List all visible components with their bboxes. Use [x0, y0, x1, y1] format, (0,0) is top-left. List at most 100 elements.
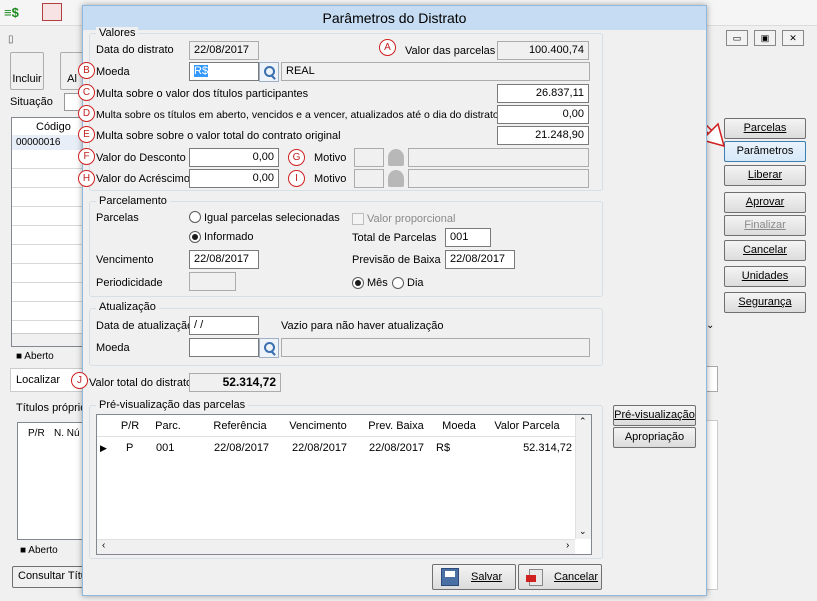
finalizar-button[interactable]: Finalizar	[724, 215, 806, 236]
preview-group-label: Pré-visualização das parcelas	[96, 399, 249, 411]
previsualizacao-button[interactable]: Pré-visualização	[613, 405, 696, 426]
cancel-icon	[526, 569, 543, 586]
cell-pr: P	[126, 442, 134, 454]
dia-label: Dia	[407, 277, 424, 289]
preview-row[interactable]: P 001 22/08/2017 22/08/2017 22/08/2017 R…	[108, 439, 575, 457]
row-indicator-icon: ▶	[100, 443, 107, 453]
moeda-code-field[interactable]: R$	[189, 62, 259, 81]
chevron-down-icon[interactable]: ⌄	[706, 320, 714, 331]
valor-total-field[interactable]: 52.314,72	[189, 373, 281, 392]
atualizacao-moeda-field[interactable]	[189, 338, 259, 357]
previsao-baixa-label: Previsão de Baixa	[352, 254, 441, 266]
liberar-button[interactable]: Liberar	[724, 165, 806, 186]
radio-dia[interactable]	[392, 277, 404, 289]
grid-hscroll[interactable]	[12, 333, 82, 346]
col-moeda: Moeda	[442, 420, 476, 432]
marker-b: B	[78, 62, 95, 79]
codigo-header: Código	[36, 121, 71, 133]
moeda-label: Moeda	[96, 66, 130, 78]
consultar-titulos-button[interactable]: Consultar Títul	[12, 566, 89, 588]
atualizacao-moeda-desc[interactable]	[281, 338, 590, 357]
atualizacao-hint: Vazio para não haver atualização	[281, 320, 444, 332]
motivo-acrescimo-desc[interactable]	[408, 169, 589, 188]
data-atualizacao-label: Data de atualização	[96, 320, 194, 332]
situacao-label: Situação	[10, 96, 53, 108]
multa-contrato-field[interactable]: 21.248,90	[497, 126, 589, 145]
motivo-desconto-code[interactable]	[354, 148, 384, 167]
cancelar-label: Cancelar	[554, 571, 599, 583]
data-distrato-field[interactable]: 22/08/2017	[189, 41, 259, 60]
mes-label: Mês	[367, 277, 388, 289]
vencimento-field[interactable]: 22/08/2017	[189, 250, 259, 269]
seguranca-button[interactable]: Segurança	[724, 292, 806, 313]
salvar-label: Salvar	[471, 571, 503, 583]
moeda-desc-field[interactable]: REAL	[281, 62, 590, 81]
igual-parcelas-label: Igual parcelas selecionadas	[204, 212, 340, 224]
salvar-button[interactable]: Salvar	[432, 564, 516, 590]
periodicidade-field[interactable]	[189, 272, 236, 291]
col-vencimento: Vencimento	[289, 420, 347, 432]
right-input-stub	[706, 366, 718, 392]
moeda-search-icon[interactable]	[259, 62, 279, 82]
motivo-desconto-desc[interactable]	[408, 148, 589, 167]
parametros-button[interactable]: Parâmetros	[724, 141, 806, 162]
informado-label: Informado	[204, 231, 254, 243]
col-referencia: Referência	[213, 420, 267, 432]
window-controls: ▭ ▣ ✕	[720, 30, 814, 48]
marker-e: E	[78, 126, 95, 143]
radio-informado[interactable]	[189, 231, 201, 243]
marker-f: F	[78, 148, 95, 165]
marker-c: C	[78, 84, 95, 101]
pin-icon: ▯	[8, 34, 14, 45]
minimize-button[interactable]: ▭	[726, 30, 748, 46]
valor-parcelas-field[interactable]: 100.400,74	[497, 41, 589, 60]
aprovar-button[interactable]: Aprovar	[724, 192, 806, 213]
scroll-up-icon[interactable]: ⌃	[579, 416, 587, 427]
cell-valor-parcela: 52.314,72	[523, 442, 572, 454]
scroll-right-icon[interactable]: ›	[566, 540, 569, 551]
radio-igual-parcelas[interactable]	[189, 211, 201, 223]
motivo-acrescimo-code[interactable]	[354, 169, 384, 188]
cancelar-side-button[interactable]: Cancelar	[724, 240, 806, 261]
close-button[interactable]: ✕	[782, 30, 804, 46]
scroll-left-icon[interactable]: ‹	[102, 540, 105, 551]
apropriacao-button[interactable]: Apropriação	[613, 427, 696, 448]
marker-i: I	[288, 170, 305, 187]
cancelar-button[interactable]: Cancelar	[518, 564, 602, 590]
motivo-desconto-search-icon[interactable]	[388, 149, 404, 166]
radio-mes[interactable]	[352, 277, 364, 289]
col-prev-baixa: Prev. Baixa	[368, 420, 424, 432]
parcelamento-group-label: Parcelamento	[96, 195, 170, 207]
sub-grid-header-pr: P/R	[28, 428, 45, 439]
cell-vencimento: 22/08/2017	[292, 442, 348, 454]
valor-proporcional-checkbox[interactable]	[352, 213, 364, 225]
cell-referencia: 22/08/2017	[214, 442, 270, 454]
cell-prev-baixa: 22/08/2017	[369, 442, 425, 454]
multa-aberto-field[interactable]: 0,00	[497, 105, 589, 124]
money-icon[interactable]: ≡$	[4, 5, 19, 20]
atualizacao-moeda-search-icon[interactable]	[259, 338, 279, 358]
desconto-field[interactable]: 0,00	[189, 148, 279, 167]
scroll-down-icon[interactable]: ⌄	[579, 526, 587, 537]
col-parc: Parc.	[155, 420, 181, 432]
motivo-acrescimo-search-icon[interactable]	[388, 170, 404, 187]
save-icon	[441, 568, 459, 586]
atualizacao-group-label: Atualização	[96, 301, 159, 313]
previsao-baixa-field[interactable]: 22/08/2017	[445, 250, 515, 269]
dialog-title: Parâmetros do Distrato	[322, 10, 467, 26]
parcelamento-group	[89, 201, 603, 297]
incluir-button[interactable]: Incluir	[10, 52, 44, 90]
acrescimo-field[interactable]: 0,00	[189, 169, 279, 188]
preview-hscroll[interactable]	[97, 539, 575, 554]
data-atualizacao-field[interactable]: / /	[189, 316, 259, 335]
unidades-button[interactable]: Unidades	[724, 266, 806, 287]
preview-vscroll[interactable]	[575, 415, 591, 539]
home-icon[interactable]	[42, 3, 62, 21]
acrescimo-label: Valor do Acréscimo	[96, 173, 190, 185]
multa-participantes-field[interactable]: 26.837,11	[497, 84, 589, 103]
total-parcelas-field[interactable]: 001	[445, 228, 491, 247]
maximize-button[interactable]: ▣	[754, 30, 776, 46]
parcelas-button[interactable]: Parcelas	[724, 118, 806, 139]
titles-grid[interactable]	[17, 422, 83, 540]
marker-j: J	[71, 372, 88, 389]
